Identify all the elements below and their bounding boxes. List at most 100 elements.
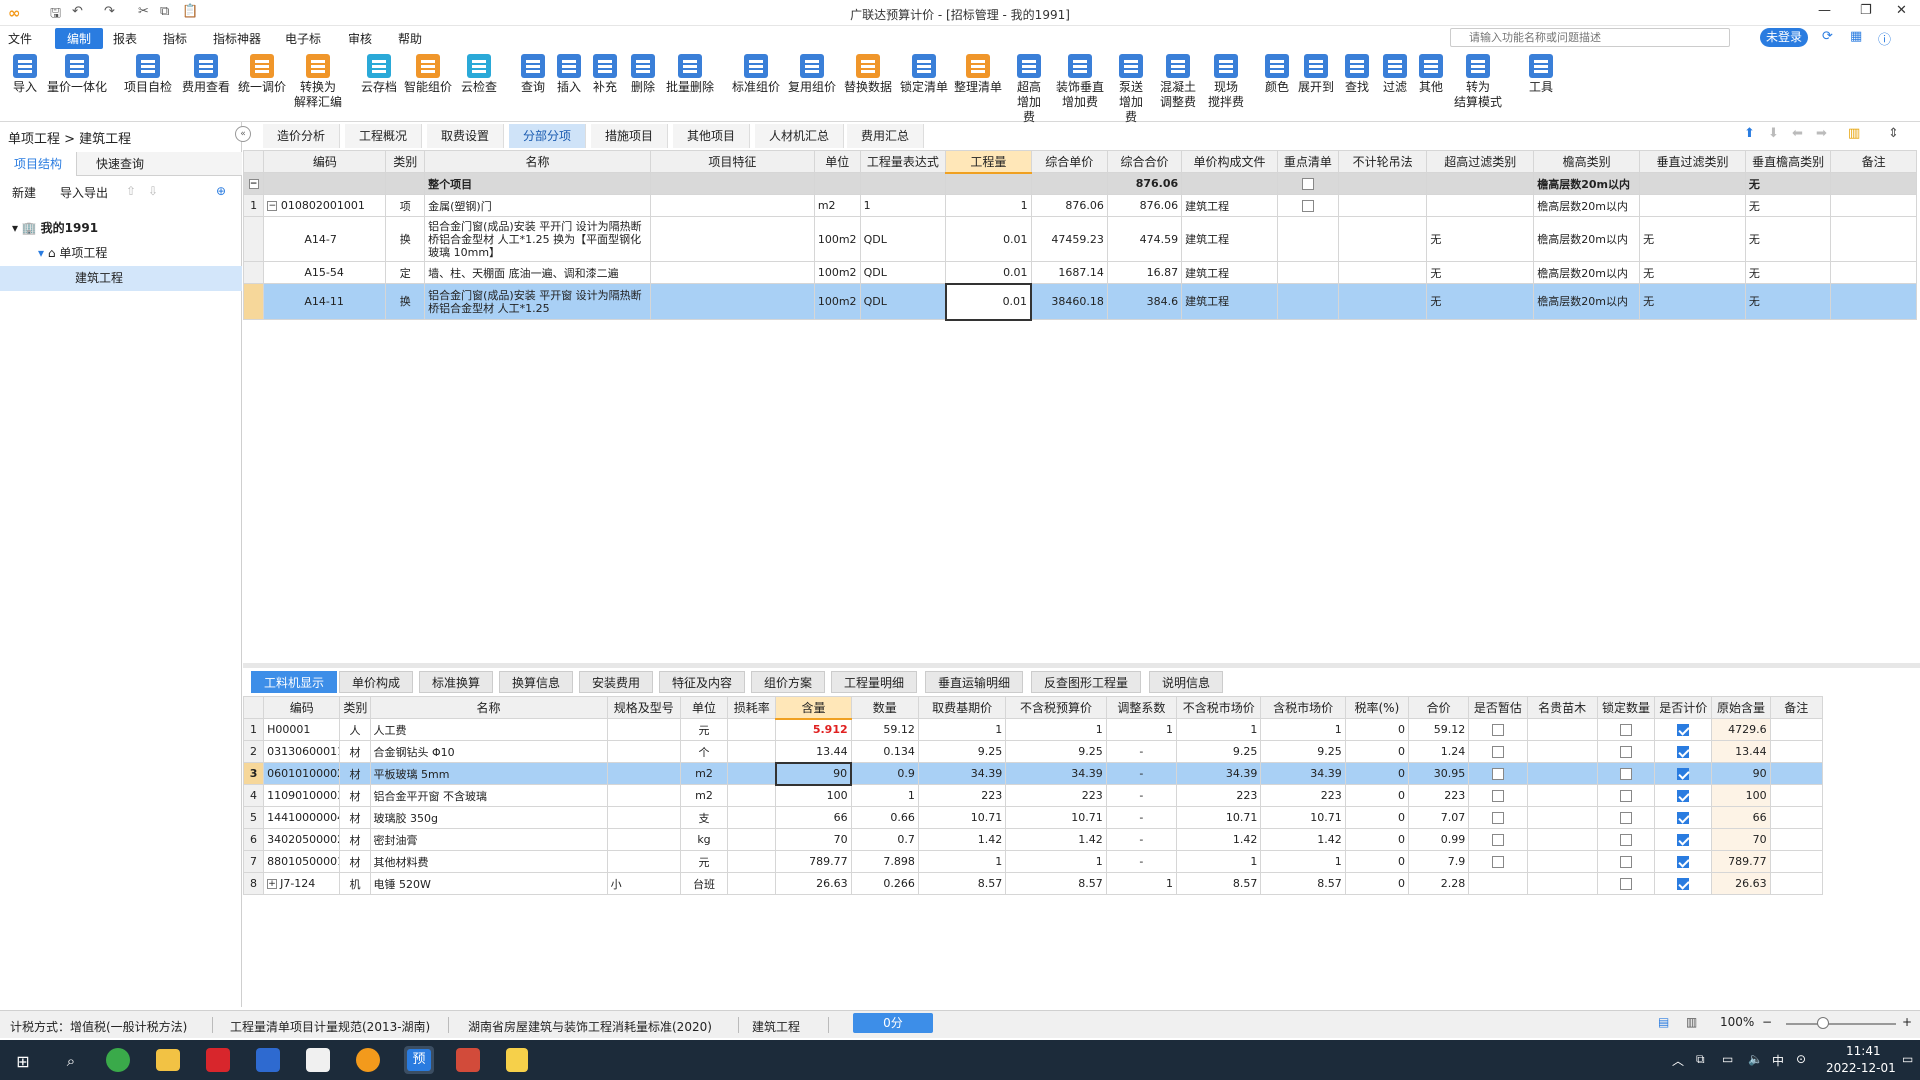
find-button[interactable]: 查找 — [1342, 54, 1372, 95]
supplement-button[interactable]: 补充 — [590, 54, 620, 95]
provisional-checkbox[interactable] — [1491, 856, 1504, 868]
lock-quantity-checkbox[interactable] — [1619, 878, 1632, 890]
cloud-app-icon[interactable] — [306, 1048, 330, 1072]
notification-icon[interactable]: ▭ — [1902, 1052, 1913, 1066]
import-button[interactable]: 导入 — [10, 54, 40, 95]
refresh-icon[interactable]: ⟳ — [1822, 29, 1833, 44]
menu-file[interactable]: 文件 — [8, 30, 32, 47]
grid-icon[interactable]: ▦ — [1850, 29, 1862, 44]
decor-vertical-fee-button[interactable]: 装饰垂直 增加费 — [1054, 54, 1106, 110]
save-icon[interactable]: 🖫 — [50, 4, 61, 26]
tab-vertical-transport[interactable]: 垂直运输明细 — [925, 671, 1024, 693]
table-row-selected[interactable]: 3 06010100002 材平板玻璃 5mm m2 90 0.9 34.39 34.39-3… — [242, 761, 1824, 786]
provisional-checkbox[interactable] — [1491, 746, 1504, 758]
menu-help[interactable]: 帮助 — [398, 30, 422, 47]
is-priced-checkbox[interactable] — [1677, 724, 1690, 736]
zoom-slider-handle[interactable] — [1817, 1017, 1829, 1029]
organize-list-button[interactable]: 整理清单 — [952, 54, 1004, 95]
move-up-icon[interactable]: ⇧ — [126, 184, 136, 198]
tools-button[interactable]: 工具 — [1526, 54, 1556, 95]
minimize-icon[interactable]: — — [1818, 3, 1831, 18]
convert-explain-button[interactable]: 转换为 解释汇编 — [290, 54, 346, 110]
menu-review[interactable]: 审核 — [348, 30, 372, 47]
file-explorer-icon[interactable] — [156, 1049, 180, 1071]
key-list-checkbox[interactable] — [1301, 178, 1314, 190]
zoom-in-icon[interactable]: + — [1902, 1015, 1912, 1029]
tab-project-overview[interactable]: 工程概况 — [345, 124, 423, 148]
tree-node-building-project[interactable]: 建筑工程 — [0, 266, 242, 291]
is-priced-checkbox[interactable] — [1677, 746, 1690, 758]
close-icon[interactable]: ✕ — [1896, 3, 1907, 18]
clock-date[interactable]: 2022-12-01 — [1826, 1061, 1896, 1075]
tab-description[interactable]: 说明信息 — [1149, 671, 1224, 693]
network-icon[interactable]: ▭ — [1722, 1052, 1733, 1066]
lock-quantity-checkbox[interactable] — [1619, 856, 1632, 868]
table-row[interactable]: 2 03130600011 材合金钢钻头 Φ10 个 13.44 0.134 9.25 9.2… — [242, 740, 1824, 763]
tree-expand-icon[interactable]: ▾ — [38, 246, 44, 260]
tab-project-structure[interactable]: 项目结构 — [0, 152, 78, 176]
score-badge[interactable]: 0分 — [853, 1013, 933, 1033]
filter-button[interactable]: 过滤 — [1380, 54, 1410, 95]
info-icon[interactable]: ⓘ — [1878, 29, 1891, 48]
menu-edit[interactable]: 编制 — [55, 28, 104, 49]
tab-install-fee[interactable]: 安装费用 — [579, 671, 654, 693]
app-icon-2[interactable] — [456, 1048, 480, 1072]
standard-pricing-button[interactable]: 标准组价 — [730, 54, 782, 95]
provisional-checkbox[interactable] — [1491, 768, 1504, 780]
pump-fee-button[interactable]: 泵送 增加费 — [1114, 54, 1148, 125]
copy-icon[interactable]: ⧉ — [160, 4, 169, 19]
is-priced-checkbox[interactable] — [1677, 790, 1690, 802]
new-button[interactable]: 新建 — [12, 184, 36, 201]
qty-price-button[interactable]: 量价一体化 — [44, 54, 110, 95]
unified-adjust-button[interactable]: 统一调价 — [236, 54, 288, 95]
table-row[interactable]: 1 − 010802001001 项 金属(塑钢)门 m2 1 1 876.06… — [242, 194, 1917, 217]
panel-splitter[interactable] — [243, 663, 1920, 668]
wps-icon[interactable] — [206, 1048, 230, 1072]
insert-button[interactable]: 插入 — [554, 54, 584, 95]
lock-list-button[interactable]: 锁定清单 — [898, 54, 950, 95]
menu-report[interactable]: 报表 — [113, 30, 137, 47]
login-button[interactable]: 未登录 — [1760, 28, 1808, 47]
tree-node-single-project[interactable]: ▾ ⌂ 单项工程 — [0, 241, 242, 266]
cloud-check-button[interactable]: 云检查 — [458, 54, 500, 95]
arrow-left-icon[interactable]: ⬅ — [1792, 126, 1803, 141]
delete-button[interactable]: 删除 — [628, 54, 658, 95]
tray-app-icon[interactable]: ⧉ — [1696, 1052, 1705, 1067]
list-view-icon[interactable]: ▤ — [1658, 1015, 1669, 1029]
fee-view-button[interactable]: 费用查看 — [180, 54, 232, 95]
is-priced-checkbox[interactable] — [1677, 856, 1690, 868]
query-button[interactable]: 查询 — [518, 54, 548, 95]
expand-to-button[interactable]: 展开到 — [1296, 54, 1336, 95]
paste-icon[interactable]: 📋 — [182, 4, 198, 19]
lock-quantity-checkbox[interactable] — [1619, 834, 1632, 846]
color-button[interactable]: 颜色 — [1262, 54, 1292, 95]
page-view-icon[interactable]: ▥ — [1686, 1015, 1697, 1029]
collapse-toggle-icon[interactable]: − — [267, 201, 278, 211]
tab-labor-material-summary[interactable]: 人材机汇总 — [755, 124, 845, 148]
move-down-icon[interactable]: ⇩ — [148, 184, 158, 198]
tab-fee-summary[interactable]: 费用汇总 — [847, 124, 925, 148]
concrete-adjust-button[interactable]: 混凝土 调整费 — [1158, 54, 1198, 110]
other-button[interactable]: 其他 — [1416, 54, 1446, 95]
zoom-out-icon[interactable]: − — [1762, 1015, 1772, 1029]
table-row-group[interactable]: − 整个项目 876.06 檐高层数20m以内 无 — [242, 172, 1917, 195]
smart-pricing-button[interactable]: 智能组价 — [402, 54, 454, 95]
import-export-button[interactable]: 导入导出 — [60, 184, 108, 201]
tab-graphic-quantity[interactable]: 反查图形工程量 — [1031, 671, 1142, 693]
provisional-checkbox[interactable] — [1491, 834, 1504, 846]
table-row[interactable]: 8 + J7-124 机电锤 520W 小台班 26.63 0.266 8.57 8.57 1 8.… — [242, 872, 1824, 895]
table-row[interactable]: 1 H00001 人人工费元 5.912 59.12 1 1 1 1 1 0 59.12 4729.6 — [242, 718, 1824, 741]
tab-pricing-plan[interactable]: 组价方案 — [751, 671, 826, 693]
arrow-down-icon[interactable]: ⬇ — [1768, 126, 1779, 141]
column-settings-icon[interactable]: ▥ — [1848, 126, 1860, 141]
table-row[interactable]: 4 11090100003 材铝合金平开窗 不含玻璃 m2 100 1 223 223-223… — [242, 784, 1824, 807]
tab-quick-query[interactable]: 快速查询 — [82, 152, 158, 176]
self-check-button[interactable]: 项目自检 — [122, 54, 174, 95]
split-view-icon[interactable]: ⇕ — [1888, 126, 1899, 141]
tab-features-content[interactable]: 特征及内容 — [659, 671, 746, 693]
tab-conversion-info[interactable]: 换算信息 — [499, 671, 574, 693]
table-row[interactable]: 6 34020500002 材密封油膏 kg 70 0.7 1.42 1.42-1.42 1.4… — [242, 828, 1824, 851]
ime-indicator[interactable]: 中 — [1772, 1052, 1784, 1069]
redo-icon[interactable]: ↷ — [104, 4, 115, 19]
collapse-toggle-icon[interactable]: − — [248, 179, 259, 189]
